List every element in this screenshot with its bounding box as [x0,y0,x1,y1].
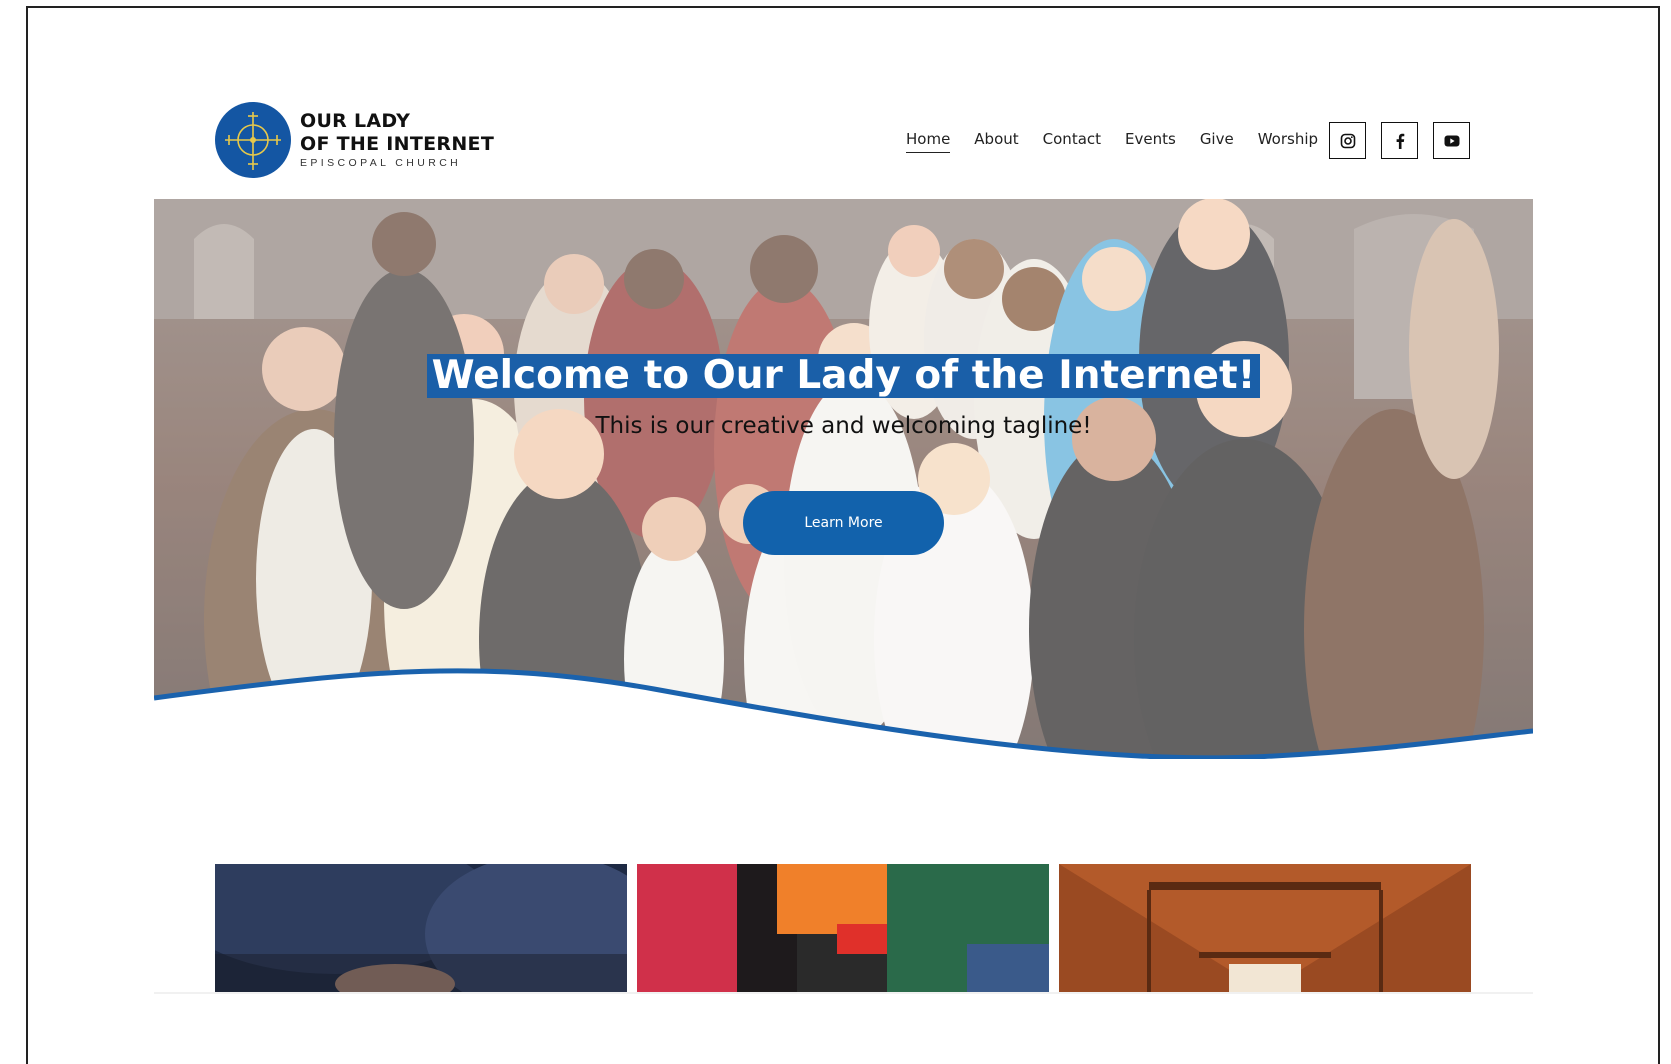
hero-tagline: This is our creative and welcoming tagli… [595,413,1092,439]
card-image-prayer[interactable] [215,864,627,992]
main-nav: Home About Contact Events Give Worship [906,130,1342,153]
instagram-button[interactable] [1329,122,1366,159]
youtube-icon [1444,135,1459,146]
hero-section: Welcome to Our Lady of the Internet! Thi… [154,199,1533,759]
nav-events[interactable]: Events [1125,130,1176,153]
facebook-icon [1396,133,1404,149]
nav-contact[interactable]: Contact [1043,130,1101,153]
hero-title: Welcome to Our Lady of the Internet! [426,354,1261,398]
nav-home[interactable]: Home [906,130,951,153]
nav-about[interactable]: About [974,130,1018,153]
hero-wave-divider [154,668,1533,759]
facebook-button[interactable] [1381,122,1418,159]
feature-cards [215,864,1471,992]
logo-subtitle: EPISCOPAL CHURCH [300,156,462,169]
card-image-ceiling[interactable] [1059,864,1471,992]
cross-logo-icon [215,102,291,178]
instagram-icon [1340,133,1355,148]
nav-give[interactable]: Give [1200,130,1234,153]
section-divider [154,992,1533,994]
site-logo[interactable]: OUR LADY OF THE INTERNET EPISCOPAL CHURC… [215,102,494,178]
logo-name-line2: OF THE INTERNET [300,132,495,155]
nav-worship[interactable]: Worship [1258,130,1318,153]
youtube-button[interactable] [1433,122,1470,159]
card-image-hands[interactable] [637,864,1049,992]
learn-more-button[interactable]: Learn More [743,491,944,555]
logo-name-line1: OUR LADY [300,109,411,132]
social-links [1329,122,1470,159]
